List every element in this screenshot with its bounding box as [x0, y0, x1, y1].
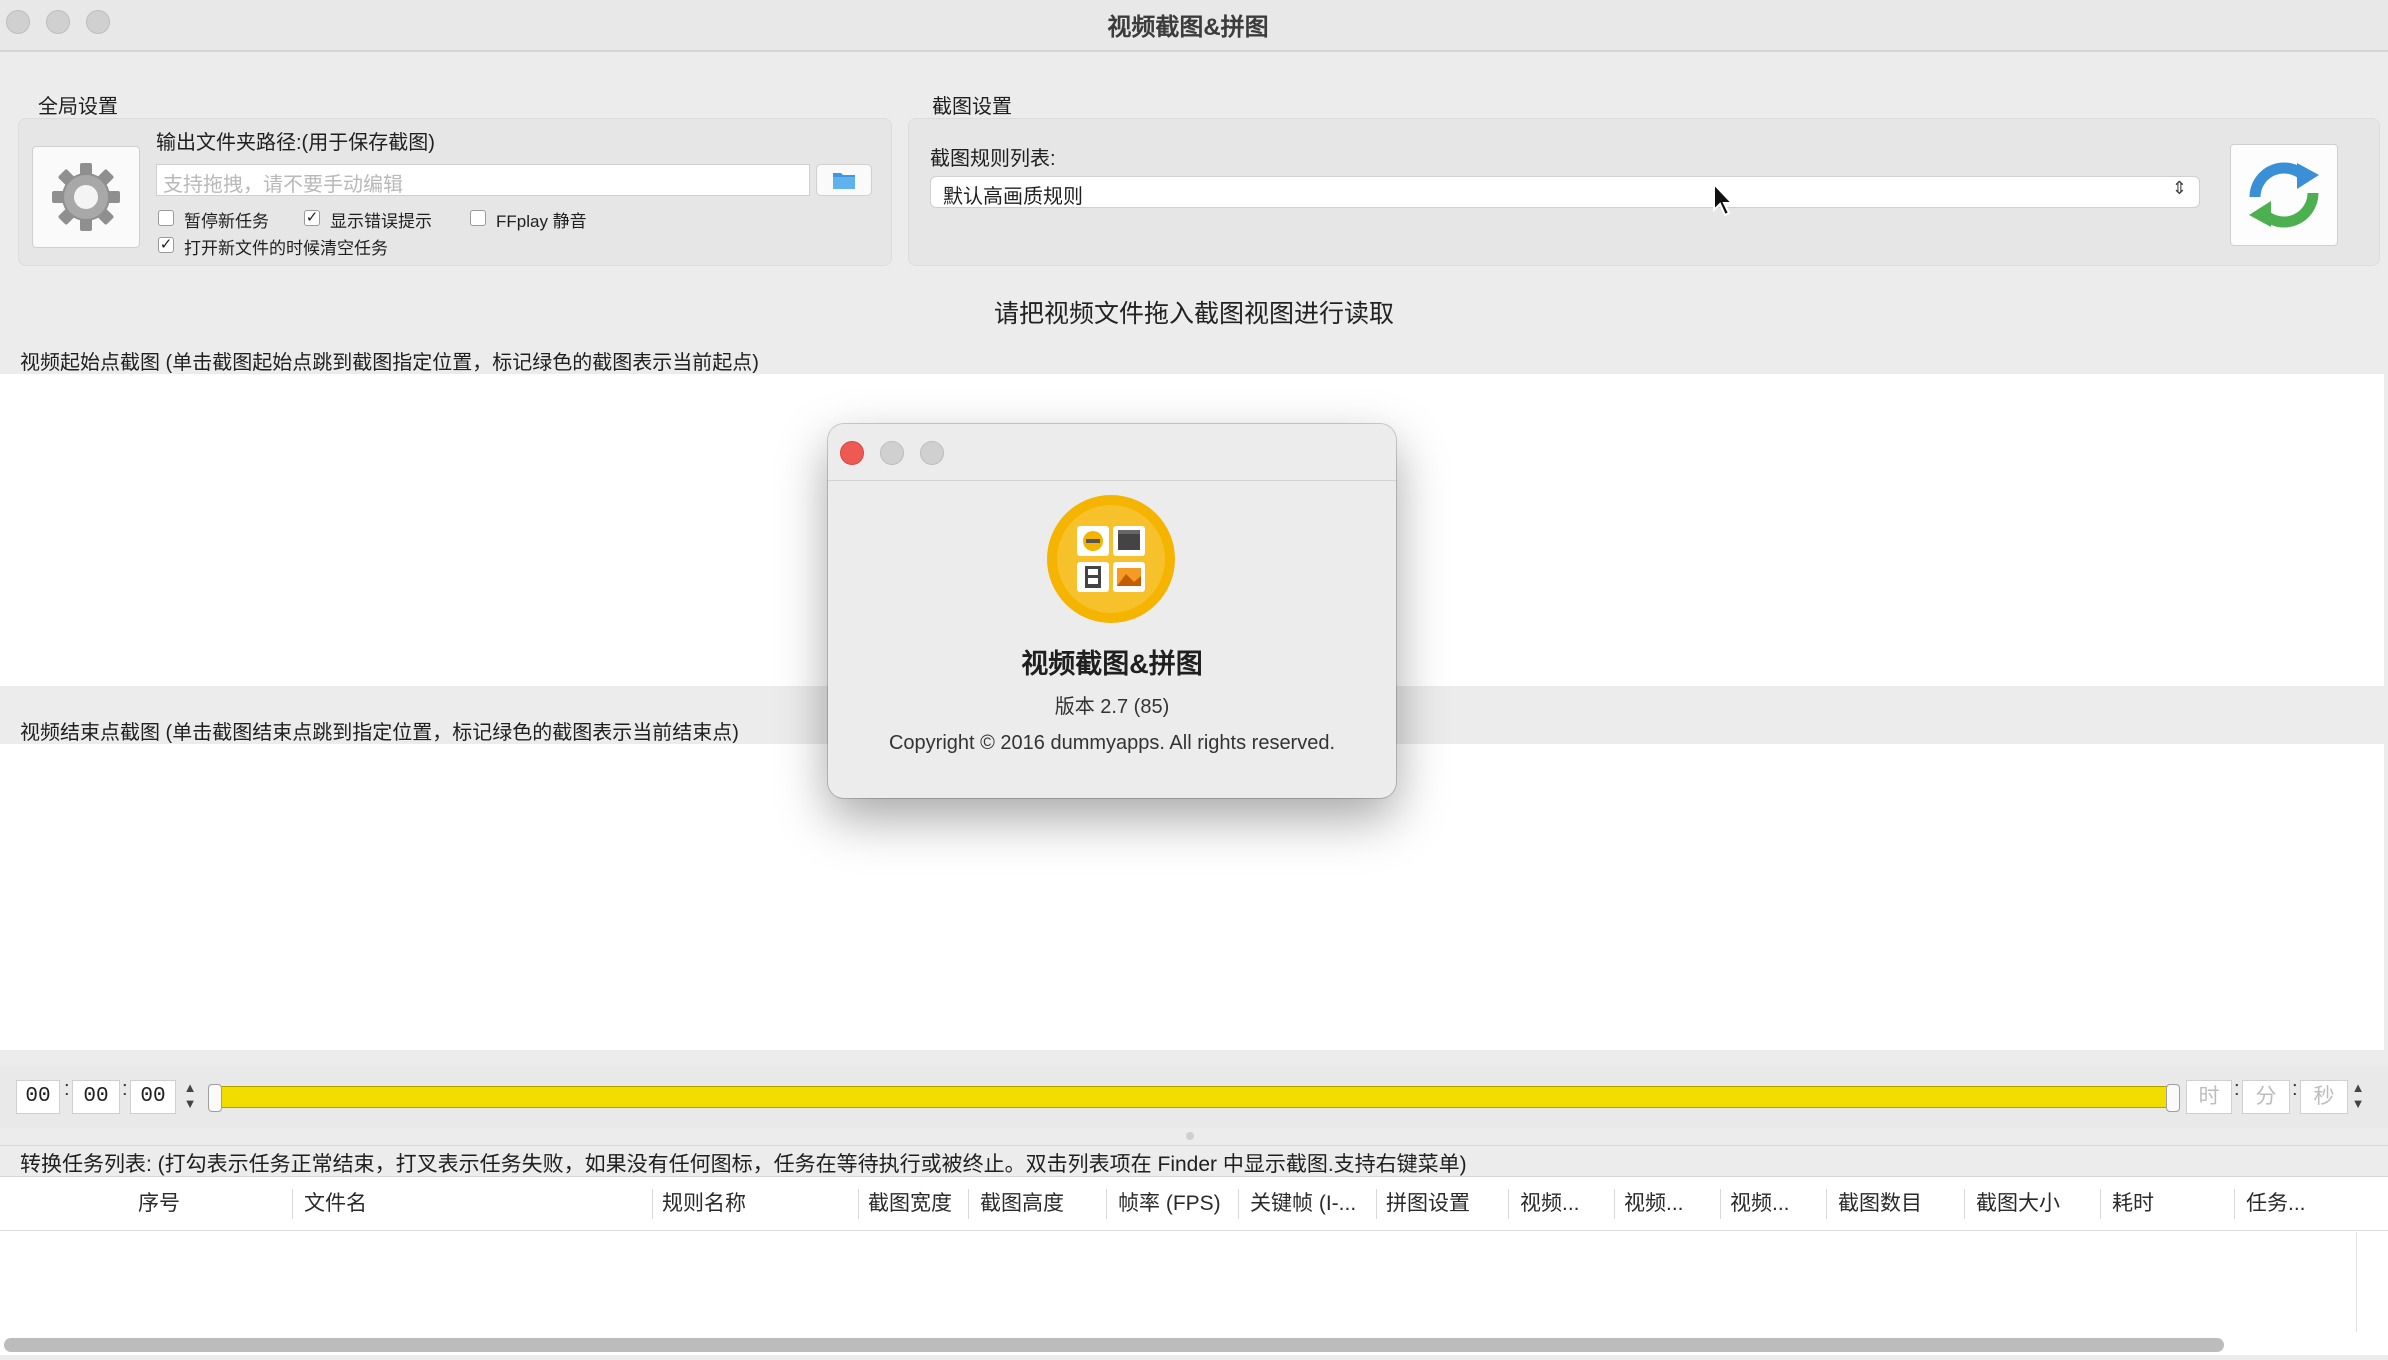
colon-separator: : — [122, 1078, 128, 1100]
about-minimize-button[interactable] — [880, 441, 904, 465]
end-minute-field[interactable]: 分 — [2242, 1080, 2290, 1114]
clear-tasks-checkbox[interactable]: ✓ — [158, 237, 174, 253]
refresh-button[interactable] — [2230, 144, 2338, 246]
chevron-updown-icon: ⇕ — [2171, 178, 2187, 198]
column-separator — [1238, 1189, 1239, 1219]
browse-folder-button[interactable] — [816, 164, 872, 196]
about-copyright: Copyright © 2016 dummyapps. All rights r… — [888, 732, 1336, 754]
end-frames-label: 视频结束点截图 (单击截图结束点跳到指定位置，标记绿色的截图表示当前结束点) — [20, 722, 739, 744]
end-hour-field[interactable]: 时 — [2186, 1080, 2232, 1114]
about-version: 版本 2.7 (85) — [1054, 696, 1170, 718]
splitter-handle[interactable] — [1186, 1132, 1194, 1140]
refresh-icon — [2249, 162, 2319, 228]
column-header[interactable]: 视频... — [1624, 1187, 1718, 1221]
start-second-field[interactable]: 00 — [130, 1080, 176, 1114]
column-separator — [1508, 1189, 1509, 1219]
start-time-stepper[interactable]: ▲ ▼ — [180, 1080, 200, 1114]
column-separator — [1376, 1189, 1377, 1219]
column-header[interactable]: 序号 — [138, 1187, 180, 1221]
column-separator — [1106, 1189, 1107, 1219]
capture-settings-title: 截图设置 — [932, 96, 1012, 118]
settings-button[interactable] — [32, 146, 140, 248]
title-bar: 视频截图&拼图 — [0, 0, 2388, 52]
clear-tasks-label: 打开新文件的时候清空任务 — [184, 239, 388, 258]
about-dialog: 视频截图&拼图 版本 2.7 (85) Copyright © 2016 dum… — [828, 424, 1396, 798]
mouse-cursor-icon — [1713, 182, 1735, 217]
range-start-handle[interactable] — [208, 1084, 222, 1112]
ffplay-mute-label: FFplay 静音 — [496, 212, 587, 231]
pause-new-tasks-label: 暂停新任务 — [184, 212, 269, 231]
column-header[interactable]: 拼图设置 — [1386, 1187, 1470, 1221]
output-path-label: 输出文件夹路径:(用于保存截图) — [156, 132, 435, 154]
about-title-bar — [828, 424, 1396, 481]
column-separator — [652, 1189, 653, 1219]
column-header[interactable]: 截图宽度 — [868, 1187, 952, 1221]
output-path-field[interactable]: 支持拖拽，请不要手动编辑 — [156, 164, 810, 196]
column-header[interactable]: 文件名 — [304, 1187, 367, 1221]
vertical-scroll-track[interactable] — [2356, 1232, 2357, 1332]
start-frames-label: 视频起始点截图 (单击截图起始点跳到截图指定位置，标记绿色的截图表示当前起点) — [20, 352, 759, 374]
range-end-handle[interactable] — [2166, 1084, 2180, 1112]
divider — [0, 1145, 2388, 1146]
column-header[interactable]: 截图数目 — [1838, 1187, 1922, 1221]
instruction-text: 请把视频文件拖入截图视图进行读取 — [993, 300, 1394, 328]
about-app-name: 视频截图&拼图 — [1021, 649, 1203, 679]
column-separator — [1964, 1189, 1965, 1219]
horizontal-scrollbar-thumb[interactable] — [4, 1338, 2224, 1352]
show-errors-label: 显示错误提示 — [330, 212, 432, 231]
start-hour-field[interactable]: 00 — [16, 1080, 60, 1114]
folder-icon — [833, 173, 855, 189]
output-path-placeholder: 支持拖拽，请不要手动编辑 — [163, 174, 403, 196]
ffplay-mute-checkbox[interactable] — [470, 210, 486, 226]
show-errors-checkbox[interactable]: ✓ — [304, 210, 320, 226]
pause-new-tasks-checkbox[interactable] — [158, 210, 174, 226]
column-separator — [1826, 1189, 1827, 1219]
column-header[interactable]: 任务... — [2246, 1187, 2346, 1221]
rule-selected-value: 默认高画质规则 — [943, 186, 1083, 208]
column-header[interactable]: 关键帧 (I-... — [1250, 1187, 1374, 1221]
end-second-field[interactable]: 秒 — [2300, 1080, 2348, 1114]
range-slider-fill — [213, 1087, 2175, 1107]
gear-icon — [52, 163, 120, 231]
task-list-label: 转换任务列表: (打勾表示任务正常结束，打叉表示任务失败，如果没有任何图标，任务… — [20, 1153, 1467, 1176]
column-separator — [1614, 1189, 1615, 1219]
column-header[interactable]: 耗时 — [2112, 1187, 2154, 1221]
column-separator — [2100, 1189, 2101, 1219]
column-header[interactable]: 截图高度 — [980, 1187, 1064, 1221]
divider — [0, 1230, 2388, 1231]
column-separator — [2234, 1189, 2235, 1219]
column-separator — [292, 1189, 293, 1219]
column-header[interactable]: 视频... — [1730, 1187, 1824, 1221]
app-icon — [1047, 495, 1175, 623]
column-separator — [858, 1189, 859, 1219]
about-close-button[interactable] — [840, 441, 864, 465]
column-header[interactable]: 帧率 (FPS) — [1118, 1187, 1221, 1221]
column-header[interactable]: 截图大小 — [1976, 1187, 2060, 1221]
colon-separator: : — [64, 1078, 70, 1100]
column-separator — [1720, 1189, 1721, 1219]
column-header[interactable]: 视频... — [1520, 1187, 1614, 1221]
start-minute-field[interactable]: 00 — [72, 1080, 120, 1114]
about-zoom-button[interactable] — [920, 441, 944, 465]
colon-separator: : — [2292, 1078, 2298, 1100]
colon-separator: : — [2234, 1078, 2240, 1100]
window-title: 视频截图&拼图 — [1107, 14, 1269, 41]
global-settings-title: 全局设置 — [38, 96, 118, 118]
column-separator — [968, 1189, 969, 1219]
rule-select[interactable]: 默认高画质规则 ⇕ — [930, 176, 2200, 208]
end-time-stepper[interactable]: ▲ ▼ — [2348, 1080, 2368, 1114]
range-slider-track[interactable] — [212, 1086, 2176, 1108]
rule-list-label: 截图规则列表: — [930, 148, 1056, 170]
column-header[interactable]: 规则名称 — [662, 1187, 746, 1221]
